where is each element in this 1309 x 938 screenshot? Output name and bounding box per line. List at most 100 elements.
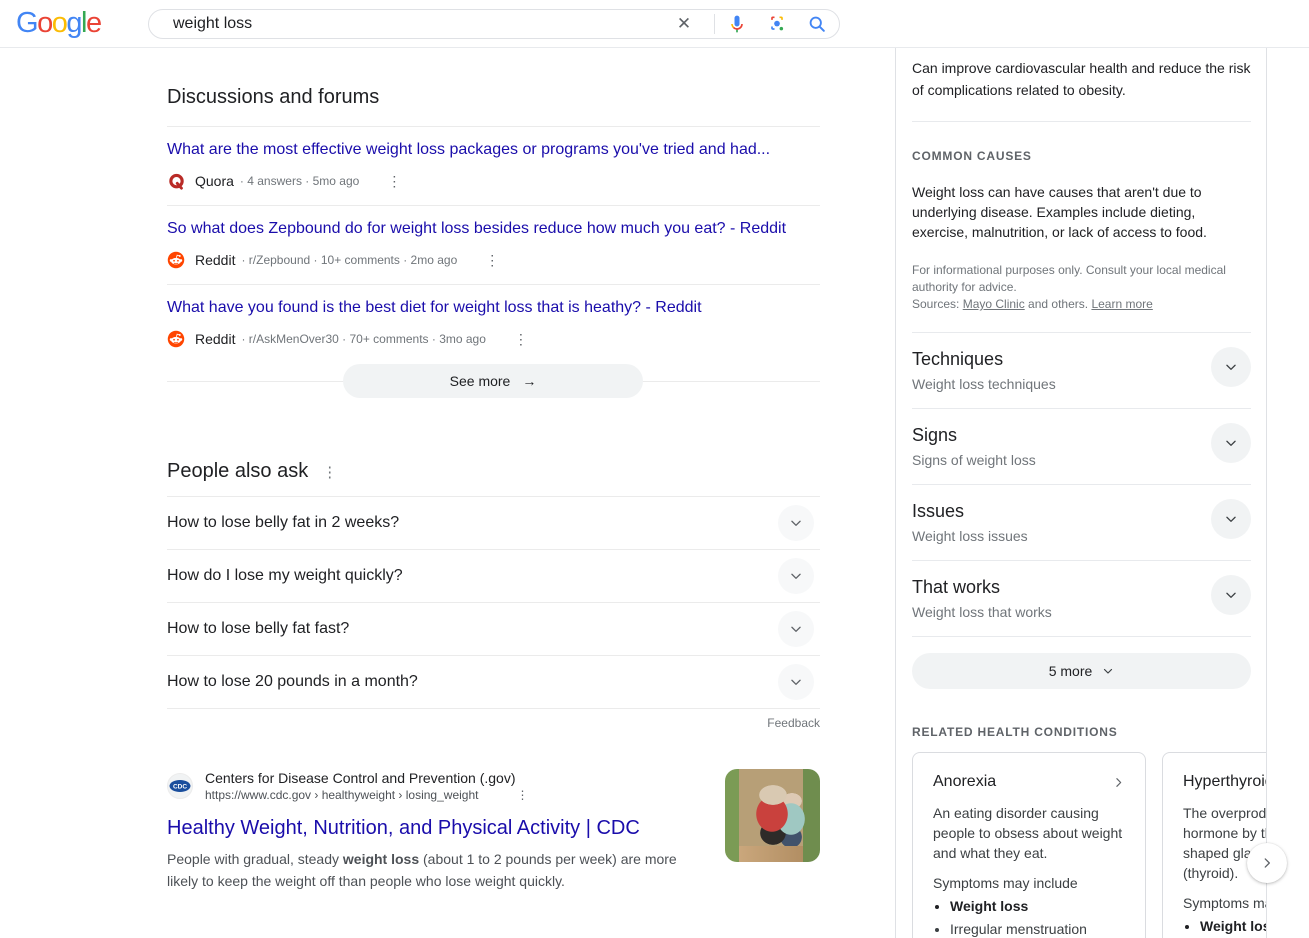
divider xyxy=(912,121,1251,122)
more-options-icon[interactable]: ⋮ xyxy=(485,253,499,267)
google-lens-icon[interactable] xyxy=(765,12,789,36)
symptoms-list: Weight loss Irregular menstruation Under… xyxy=(933,895,1125,938)
see-more-row: See more → xyxy=(167,364,820,398)
discussion-item: What have you found is the best diet for… xyxy=(167,298,820,348)
accordion-subtitle: Weight loss that works xyxy=(912,604,1251,620)
chevron-down-icon[interactable] xyxy=(778,505,814,541)
source-meta: · 4 answers · 5mo ago xyxy=(240,174,359,188)
paa-question[interactable]: How do I lose my weight quickly? xyxy=(167,550,820,603)
paa-question[interactable]: How to lose belly fat in 2 weeks? xyxy=(167,497,820,550)
result-url[interactable]: https://www.cdc.gov › healthyweight › lo… xyxy=(205,787,478,803)
discussions-section-title: Discussions and forums xyxy=(167,86,820,109)
clear-search-icon[interactable]: ✕ xyxy=(672,12,696,36)
paa-question-text: How to lose 20 pounds in a month? xyxy=(167,673,418,691)
chevron-down-icon[interactable] xyxy=(778,664,814,700)
learn-more-link[interactable]: Learn more xyxy=(1091,297,1152,311)
paa-question-text: How do I lose my weight quickly? xyxy=(167,567,403,585)
mayo-clinic-link[interactable]: Mayo Clinic xyxy=(963,297,1025,311)
condition-name[interactable]: Hyperthyroidism xyxy=(1183,773,1267,791)
chevron-down-icon[interactable] xyxy=(1211,423,1251,463)
chevron-right-icon xyxy=(1112,776,1125,789)
accordion-techniques[interactable]: Techniques Weight loss techniques xyxy=(912,332,1251,409)
knowledge-panel: Can improve cardiovascular health and re… xyxy=(895,48,1267,938)
common-causes-label: COMMON CAUSES xyxy=(912,149,1251,163)
feedback-link[interactable]: Feedback xyxy=(167,716,820,730)
more-options-icon[interactable]: ⋮ xyxy=(387,174,401,188)
sources-mid: and others. xyxy=(1025,297,1092,311)
accordion-title: That works xyxy=(912,576,1251,598)
source-name[interactable]: Reddit xyxy=(195,252,235,268)
chevron-right-icon xyxy=(1260,856,1274,870)
result-title-link[interactable]: Healthy Weight, Nutrition, and Physical … xyxy=(167,816,707,841)
result-thumbnail[interactable] xyxy=(725,769,820,862)
carousel-next-button[interactable] xyxy=(1247,843,1287,883)
symptoms-list: Weight loss Nervousness xyxy=(1183,915,1267,938)
source-name[interactable]: Reddit xyxy=(195,331,235,347)
symptoms-label: Symptoms may include xyxy=(933,873,1125,893)
chevron-down-icon[interactable] xyxy=(778,558,814,594)
symptoms-label: Symptoms may include xyxy=(1183,893,1267,913)
chevron-down-icon xyxy=(1102,665,1114,677)
arrow-right-icon: → xyxy=(522,373,536,389)
result-source[interactable]: Centers for Disease Control and Preventi… xyxy=(205,769,528,787)
accordion-title: Issues xyxy=(912,500,1251,522)
divider xyxy=(167,284,820,285)
search-bar-divider xyxy=(714,14,715,34)
google-logo[interactable]: Google xyxy=(16,9,101,38)
panel-accordions: Techniques Weight loss techniques Signs … xyxy=(912,332,1251,637)
discussion-link[interactable]: So what does Zepbound do for weight loss… xyxy=(167,219,820,239)
paa-options-icon[interactable]: ⋮ xyxy=(322,463,337,481)
paa-question-text: How to lose belly fat fast? xyxy=(167,620,349,638)
symptom-item: Irregular menstruation xyxy=(950,918,1125,938)
accordion-title: Signs xyxy=(912,424,1251,446)
chevron-down-icon[interactable] xyxy=(1211,499,1251,539)
accordion-subtitle: Weight loss techniques xyxy=(912,376,1251,392)
five-more-button[interactable]: 5 more xyxy=(912,653,1251,689)
more-options-icon[interactable]: ⋮ xyxy=(514,332,528,346)
google-results-page: Google weight loss ✕ xyxy=(0,0,1309,938)
microphone-icon[interactable] xyxy=(725,12,749,36)
search-submit-icon[interactable] xyxy=(805,12,829,36)
discussion-item: What are the most effective weight loss … xyxy=(167,140,820,206)
condition-description: An eating disorder causing people to obs… xyxy=(933,803,1125,863)
condition-card-hyperthyroidism[interactable]: Hyperthyroidism The overproduction of a … xyxy=(1162,752,1267,938)
see-more-label: See more xyxy=(450,373,511,389)
see-more-button[interactable]: See more → xyxy=(343,364,643,398)
common-causes-text: Weight loss can have causes that aren't … xyxy=(912,182,1251,242)
source-meta: · r/Zepbound · 10+ comments · 2mo ago xyxy=(241,253,457,267)
results-column: Discussions and forums What are the most… xyxy=(167,48,820,938)
discussion-link[interactable]: What are the most effective weight loss … xyxy=(167,140,820,160)
accordion-that-works[interactable]: That works Weight loss that works xyxy=(912,561,1251,637)
discussion-link[interactable]: What have you found is the best diet for… xyxy=(167,298,820,318)
divider xyxy=(167,126,820,127)
panel-intro-text: Can improve cardiovascular health and re… xyxy=(912,58,1251,101)
chevron-down-icon[interactable] xyxy=(778,611,814,647)
source-name[interactable]: Quora xyxy=(195,173,234,189)
result-snippet: People with gradual, steady weight loss … xyxy=(167,849,707,892)
accordion-signs[interactable]: Signs Signs of weight loss xyxy=(912,409,1251,485)
cdc-favicon: CDC xyxy=(167,773,193,799)
accordion-subtitle: Weight loss issues xyxy=(912,528,1251,544)
related-conditions-carousel: Anorexia An eating disorder causing peop… xyxy=(912,752,1266,938)
reddit-icon xyxy=(167,251,185,269)
accordion-issues[interactable]: Issues Weight loss issues xyxy=(912,485,1251,561)
disclaimer-text: For informational purposes only. Consult… xyxy=(912,262,1251,296)
paa-question[interactable]: How to lose belly fat fast? xyxy=(167,603,820,656)
chevron-down-icon[interactable] xyxy=(1211,575,1251,615)
related-conditions-label: RELATED HEALTH CONDITIONS xyxy=(912,725,1251,739)
condition-name[interactable]: Anorexia xyxy=(933,773,996,791)
svg-text:CDC: CDC xyxy=(173,784,187,791)
five-more-label: 5 more xyxy=(1049,663,1093,679)
condition-card-anorexia[interactable]: Anorexia An eating disorder causing peop… xyxy=(912,752,1146,938)
people-also-ask-title: People also ask xyxy=(167,460,308,483)
search-input[interactable]: weight loss xyxy=(173,15,672,33)
sources-prefix: Sources: xyxy=(912,297,963,311)
chevron-down-icon[interactable] xyxy=(1211,347,1251,387)
paa-question[interactable]: How to lose 20 pounds in a month? xyxy=(167,656,820,709)
search-bar[interactable]: weight loss ✕ xyxy=(148,9,840,39)
more-options-icon[interactable]: ⋮ xyxy=(516,788,528,802)
paa-list: How to lose belly fat in 2 weeks? How do… xyxy=(167,496,820,709)
search-header: Google weight loss ✕ xyxy=(0,0,1309,48)
accordion-title: Techniques xyxy=(912,348,1251,370)
source-meta: · r/AskMenOver30 · 70+ comments · 3mo ag… xyxy=(241,332,485,346)
